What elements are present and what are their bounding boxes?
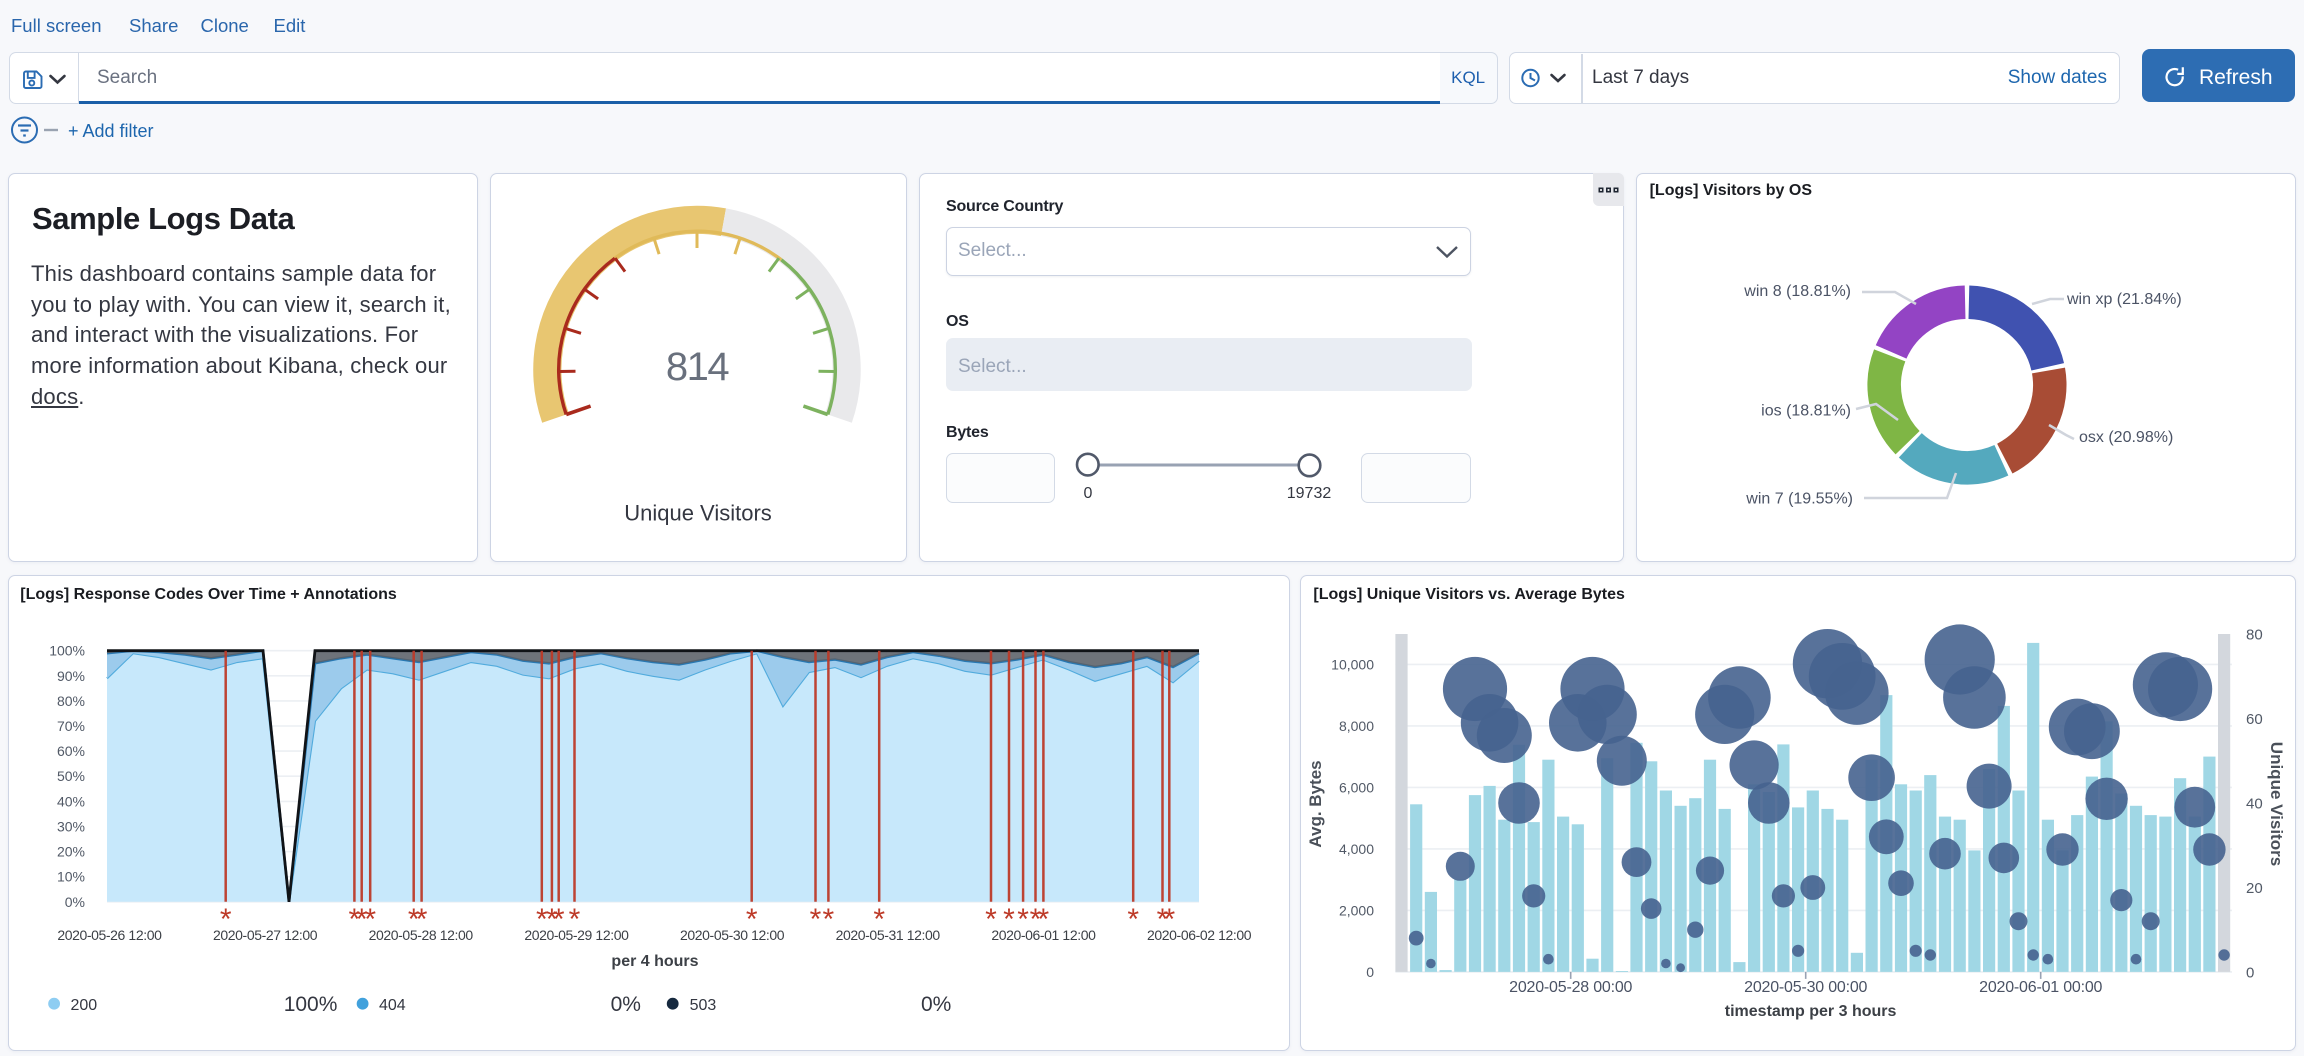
svg-text:4,000: 4,000 (1339, 841, 1374, 857)
svg-text:2020-05-29 12:00: 2020-05-29 12:00 (524, 927, 629, 943)
svg-text:*: * (1127, 903, 1139, 936)
svg-text:814: 814 (666, 345, 729, 389)
svg-text:0%: 0% (65, 894, 85, 910)
svg-text:70%: 70% (57, 718, 85, 734)
svg-text:80: 80 (2246, 627, 2263, 644)
svg-text:2020-06-02 12:00: 2020-06-02 12:00 (1147, 927, 1252, 943)
svg-text:40%: 40% (57, 793, 85, 809)
svg-text:20%: 20% (57, 844, 85, 860)
svg-text:2020-05-27 12:00: 2020-05-27 12:00 (213, 927, 318, 943)
svg-text:win 7 (19.55%): win 7 (19.55%) (1745, 491, 1853, 508)
svg-text:10,000: 10,000 (1331, 656, 1374, 672)
svg-text:timestamp per 3 hours: timestamp per 3 hours (1725, 1003, 1897, 1020)
svg-text:2020-06-01 12:00: 2020-06-01 12:00 (991, 927, 1096, 943)
svg-text:ios (18.81%): ios (18.81%) (1761, 403, 1851, 420)
svg-text:40: 40 (2246, 796, 2263, 813)
svg-text:20: 20 (2246, 880, 2263, 897)
svg-text:2020-05-28 12:00: 2020-05-28 12:00 (369, 927, 474, 943)
svg-text:2,000: 2,000 (1339, 902, 1374, 918)
svg-text:*: * (823, 903, 835, 936)
svg-text:*: * (810, 903, 822, 936)
svg-text:0%: 0% (611, 993, 641, 1016)
svg-text:osx (20.98%): osx (20.98%) (2079, 429, 2173, 446)
svg-text:6,000: 6,000 (1339, 779, 1374, 795)
svg-text:Unique Visitors: Unique Visitors (2267, 742, 2286, 866)
svg-text:60: 60 (2246, 711, 2263, 728)
svg-text:80%: 80% (57, 693, 85, 709)
svg-text:per 4 hours: per 4 hours (611, 953, 698, 970)
svg-text:8,000: 8,000 (1339, 718, 1374, 734)
svg-text:10%: 10% (57, 869, 85, 885)
svg-text:2020-06-01 00:00: 2020-06-01 00:00 (1979, 979, 2102, 996)
svg-text:200: 200 (71, 997, 98, 1014)
svg-text:0: 0 (1366, 964, 1374, 980)
svg-text:win xp (21.84%): win xp (21.84%) (2066, 291, 2182, 308)
svg-text:2020-05-30 00:00: 2020-05-30 00:00 (1744, 979, 1867, 996)
svg-text:Avg. Bytes: Avg. Bytes (1306, 760, 1325, 847)
svg-text:503: 503 (690, 997, 717, 1014)
svg-text:0%: 0% (921, 993, 951, 1016)
svg-text:2020-05-30 12:00: 2020-05-30 12:00 (680, 927, 785, 943)
svg-text:60%: 60% (57, 743, 85, 759)
svg-text:2020-05-31 12:00: 2020-05-31 12:00 (836, 927, 941, 943)
svg-text:404: 404 (379, 997, 406, 1014)
svg-text:30%: 30% (57, 819, 85, 835)
svg-text:100%: 100% (284, 993, 338, 1016)
svg-text:2020-05-28 00:00: 2020-05-28 00:00 (1509, 979, 1632, 996)
svg-text:2020-05-26 12:00: 2020-05-26 12:00 (57, 927, 162, 943)
svg-text:win 8 (18.81%): win 8 (18.81%) (1743, 283, 1851, 300)
svg-text:0: 0 (2246, 964, 2254, 981)
svg-text:Unique Visitors: Unique Visitors (624, 501, 772, 526)
svg-text:100%: 100% (49, 643, 85, 659)
svg-text:50%: 50% (57, 768, 85, 784)
svg-text:90%: 90% (57, 668, 85, 684)
